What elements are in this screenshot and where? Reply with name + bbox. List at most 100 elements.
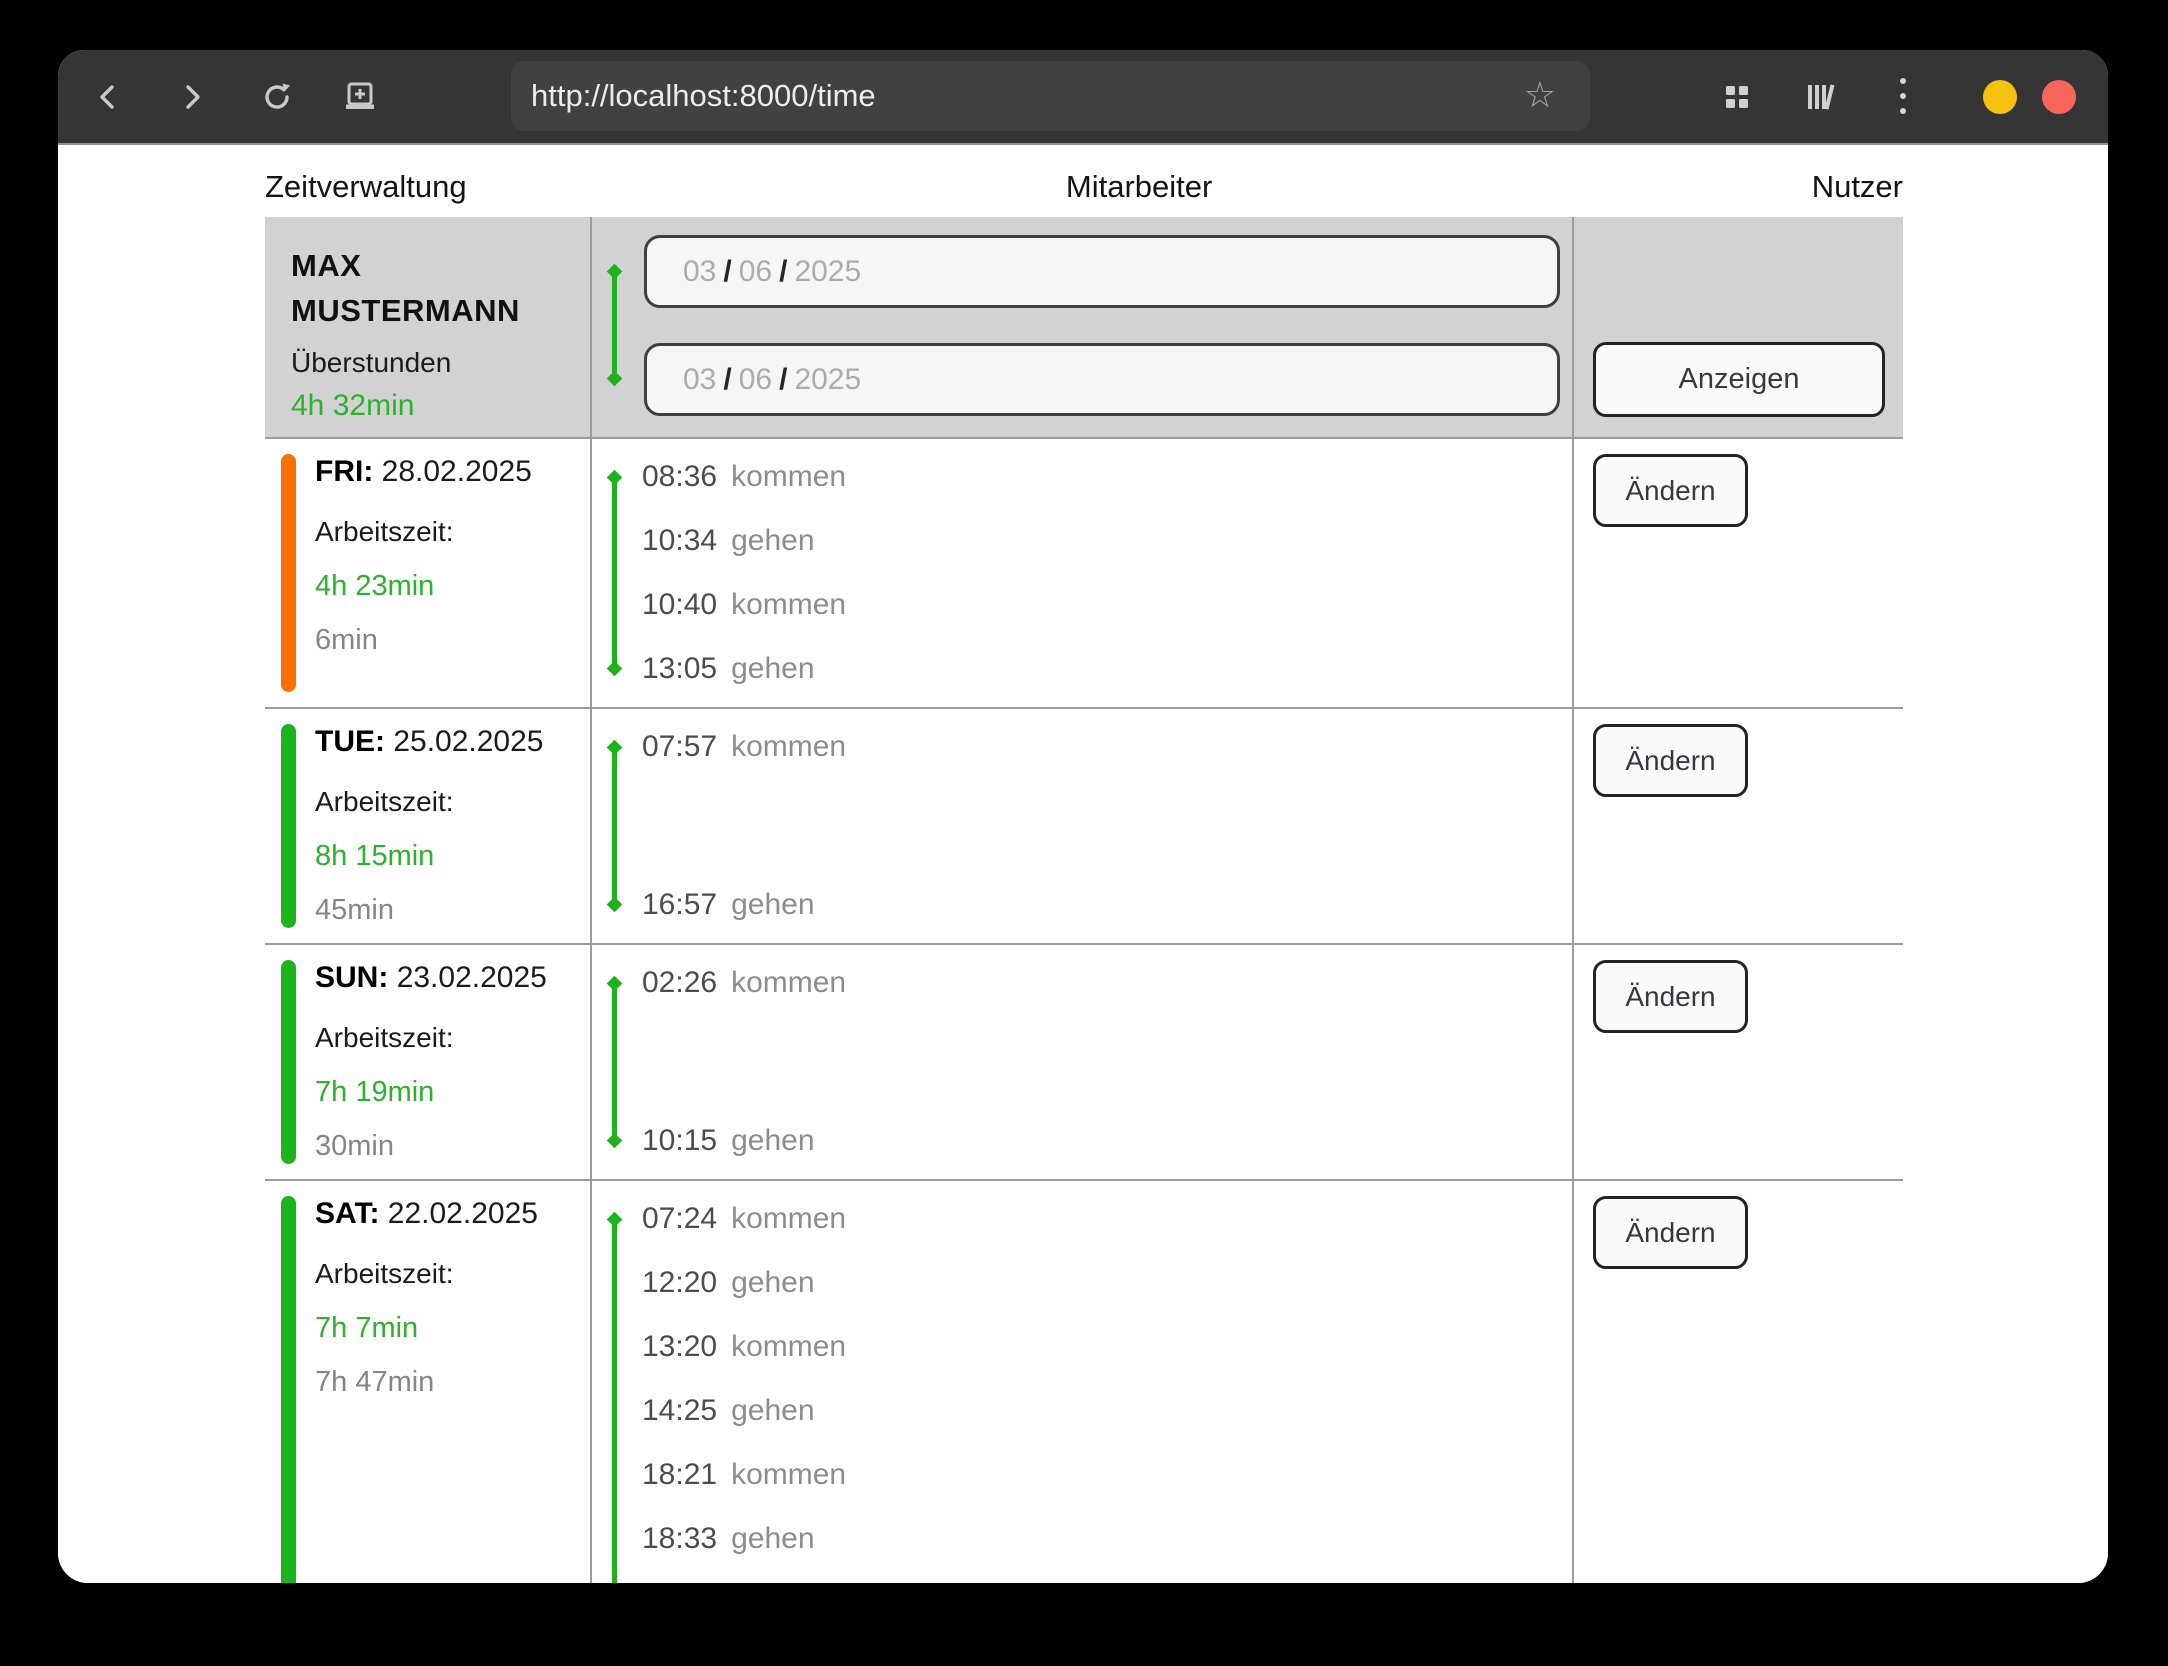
- filter-row: MAX MUSTERMANN Überstunden 4h 32min 03/0…: [265, 217, 1903, 439]
- overtime-value: 4h 32min: [291, 389, 590, 423]
- tab-overview-icon[interactable]: [1722, 82, 1752, 112]
- time-entry: 14:25 gehen: [642, 1396, 1572, 1426]
- worktime-secondary: 30min: [315, 1128, 590, 1164]
- reload-icon[interactable]: [260, 80, 294, 114]
- entry-action: gehen: [731, 1524, 814, 1554]
- aendern-button[interactable]: Ändern: [1593, 960, 1748, 1033]
- url-text[interactable]: http://localhost:8000/time: [531, 78, 1524, 114]
- worktime-label: Arbeitszeit:: [315, 1020, 590, 1056]
- nav-item-nutzer[interactable]: Nutzer: [1812, 169, 1903, 205]
- entry-action: gehen: [731, 526, 814, 556]
- day-action-cell: Ändern: [1574, 945, 1903, 1179]
- entry-time: 10:15: [642, 1126, 717, 1156]
- day-abbr: SAT:: [315, 1197, 379, 1230]
- entry-time: 16:57: [642, 890, 717, 920]
- time-entry: 10:15 gehen: [642, 1126, 1572, 1156]
- new-tab-icon[interactable]: [342, 80, 378, 114]
- entry-action: gehen: [731, 1268, 814, 1298]
- day-title: SUN: 23.02.2025: [315, 960, 590, 996]
- entry-action: gehen: [731, 1396, 814, 1426]
- anzeigen-button[interactable]: Anzeigen: [1593, 342, 1885, 417]
- time-entry: 08:36 kommen: [642, 462, 1572, 492]
- day-action-cell: Ändern: [1574, 439, 1903, 707]
- day-action-cell: Ändern: [1574, 1181, 1903, 1583]
- aendern-button[interactable]: Ändern: [1593, 1196, 1748, 1269]
- url-bar[interactable]: http://localhost:8000/time ☆: [511, 61, 1590, 131]
- entry-time: 14:25: [642, 1396, 717, 1426]
- user-name-line2: MUSTERMANN: [291, 288, 590, 333]
- nav-item-zeitverwaltung[interactable]: Zeitverwaltung: [265, 169, 467, 205]
- time-entry: 02:26 kommen: [642, 968, 1572, 998]
- time-entry: 07:24 kommen: [642, 1204, 1572, 1234]
- user-name-line1: MAX: [291, 243, 590, 288]
- back-icon[interactable]: [93, 82, 123, 112]
- entry-action: kommen: [731, 968, 846, 998]
- day-summary-cell: FRI: 28.02.2025 Arbeitszeit: 4h 23min 6m…: [265, 439, 590, 707]
- day-status-bar: [281, 454, 296, 692]
- user-summary: MAX MUSTERMANN Überstunden 4h 32min: [265, 217, 590, 437]
- date-range-cell: 03/06/2025 03/06/2025: [590, 217, 1574, 437]
- close-button[interactable]: [2042, 80, 2076, 114]
- day-summary-cell: SAT: 22.02.2025 Arbeitszeit: 7h 7min 7h …: [265, 1181, 590, 1583]
- time-entry: 18:33 gehen: [642, 1524, 1572, 1554]
- entry-time: 07:57: [642, 732, 717, 762]
- date-from-input[interactable]: 03/06/2025: [644, 235, 1560, 308]
- day-abbr: TUE:: [315, 725, 385, 758]
- browser-window: http://localhost:8000/time ☆: [58, 50, 2108, 1583]
- worktime-label: Arbeitszeit:: [315, 784, 590, 820]
- aendern-button[interactable]: Ändern: [1593, 454, 1748, 527]
- day-timeline: [612, 477, 617, 669]
- day-action-cell: Ändern: [1574, 709, 1903, 943]
- overtime-label: Überstunden: [291, 347, 590, 379]
- entry-time: 07:24: [642, 1204, 717, 1234]
- entry-action: kommen: [731, 1332, 846, 1362]
- entry-time: 10:40: [642, 590, 717, 620]
- time-entry: 13:05 gehen: [642, 654, 1572, 684]
- entry-action: kommen: [731, 1460, 846, 1490]
- entry-action: gehen: [731, 1126, 814, 1156]
- day-timeline: [612, 747, 617, 905]
- time-table: MAX MUSTERMANN Überstunden 4h 32min 03/0…: [265, 217, 1903, 1583]
- aendern-button[interactable]: Ändern: [1593, 724, 1748, 797]
- entry-time: 13:05: [642, 654, 717, 684]
- day-title: FRI: 28.02.2025: [315, 454, 590, 490]
- entry-time: 10:34: [642, 526, 717, 556]
- day-title: SAT: 22.02.2025: [315, 1196, 590, 1232]
- minimize-button[interactable]: [1983, 80, 2017, 114]
- entry-action: kommen: [731, 462, 846, 492]
- day-summary-cell: TUE: 25.02.2025 Arbeitszeit: 8h 15min 45…: [265, 709, 590, 943]
- day-status-bar: [281, 960, 296, 1164]
- filter-action-cell: Anzeigen: [1574, 217, 1903, 437]
- entry-time: 13:20: [642, 1332, 717, 1362]
- range-timeline: [612, 271, 617, 379]
- day-timeline: [612, 983, 617, 1141]
- day-summary-cell: SUN: 23.02.2025 Arbeitszeit: 7h 19min 30…: [265, 945, 590, 1179]
- time-entries-cell: 08:36 kommen 10:34 gehen 10:40 kommen 13…: [590, 439, 1574, 707]
- date-to-input[interactable]: 03/06/2025: [644, 343, 1560, 416]
- day-date: 22.02.2025: [388, 1197, 538, 1230]
- day-status-bar: [281, 1196, 296, 1583]
- entry-action: gehen: [731, 654, 814, 684]
- forward-icon[interactable]: [177, 82, 207, 112]
- entry-time: 02:26: [642, 968, 717, 998]
- entry-time: 18:21: [642, 1460, 717, 1490]
- entry-action: kommen: [731, 1204, 846, 1234]
- menu-kebab-icon[interactable]: [1900, 78, 1906, 116]
- worktime-value: 7h 7min: [315, 1310, 590, 1346]
- time-entries-cell: 02:26 kommen 10:15 gehen: [590, 945, 1574, 1179]
- entry-time: 12:20: [642, 1268, 717, 1298]
- time-entries-cell: 07:24 kommen 12:20 gehen 13:20 kommen 14…: [590, 1181, 1574, 1583]
- worktime-value: 4h 23min: [315, 568, 590, 604]
- day-row: SAT: 22.02.2025 Arbeitszeit: 7h 7min 7h …: [265, 1181, 1903, 1583]
- bookmark-star-icon[interactable]: ☆: [1524, 78, 1556, 114]
- worktime-value: 8h 15min: [315, 838, 590, 874]
- worktime-secondary: 45min: [315, 892, 590, 928]
- worktime-secondary: 7h 47min: [315, 1364, 590, 1400]
- nav-item-mitarbeiter[interactable]: Mitarbeiter: [1066, 169, 1212, 205]
- time-entry: 16:57 gehen: [642, 890, 1572, 920]
- entry-time: 08:36: [642, 462, 717, 492]
- day-row: SUN: 23.02.2025 Arbeitszeit: 7h 19min 30…: [265, 945, 1903, 1181]
- time-entry: 12:20 gehen: [642, 1268, 1572, 1298]
- library-icon[interactable]: [1804, 81, 1836, 113]
- day-row: FRI: 28.02.2025 Arbeitszeit: 4h 23min 6m…: [265, 439, 1903, 709]
